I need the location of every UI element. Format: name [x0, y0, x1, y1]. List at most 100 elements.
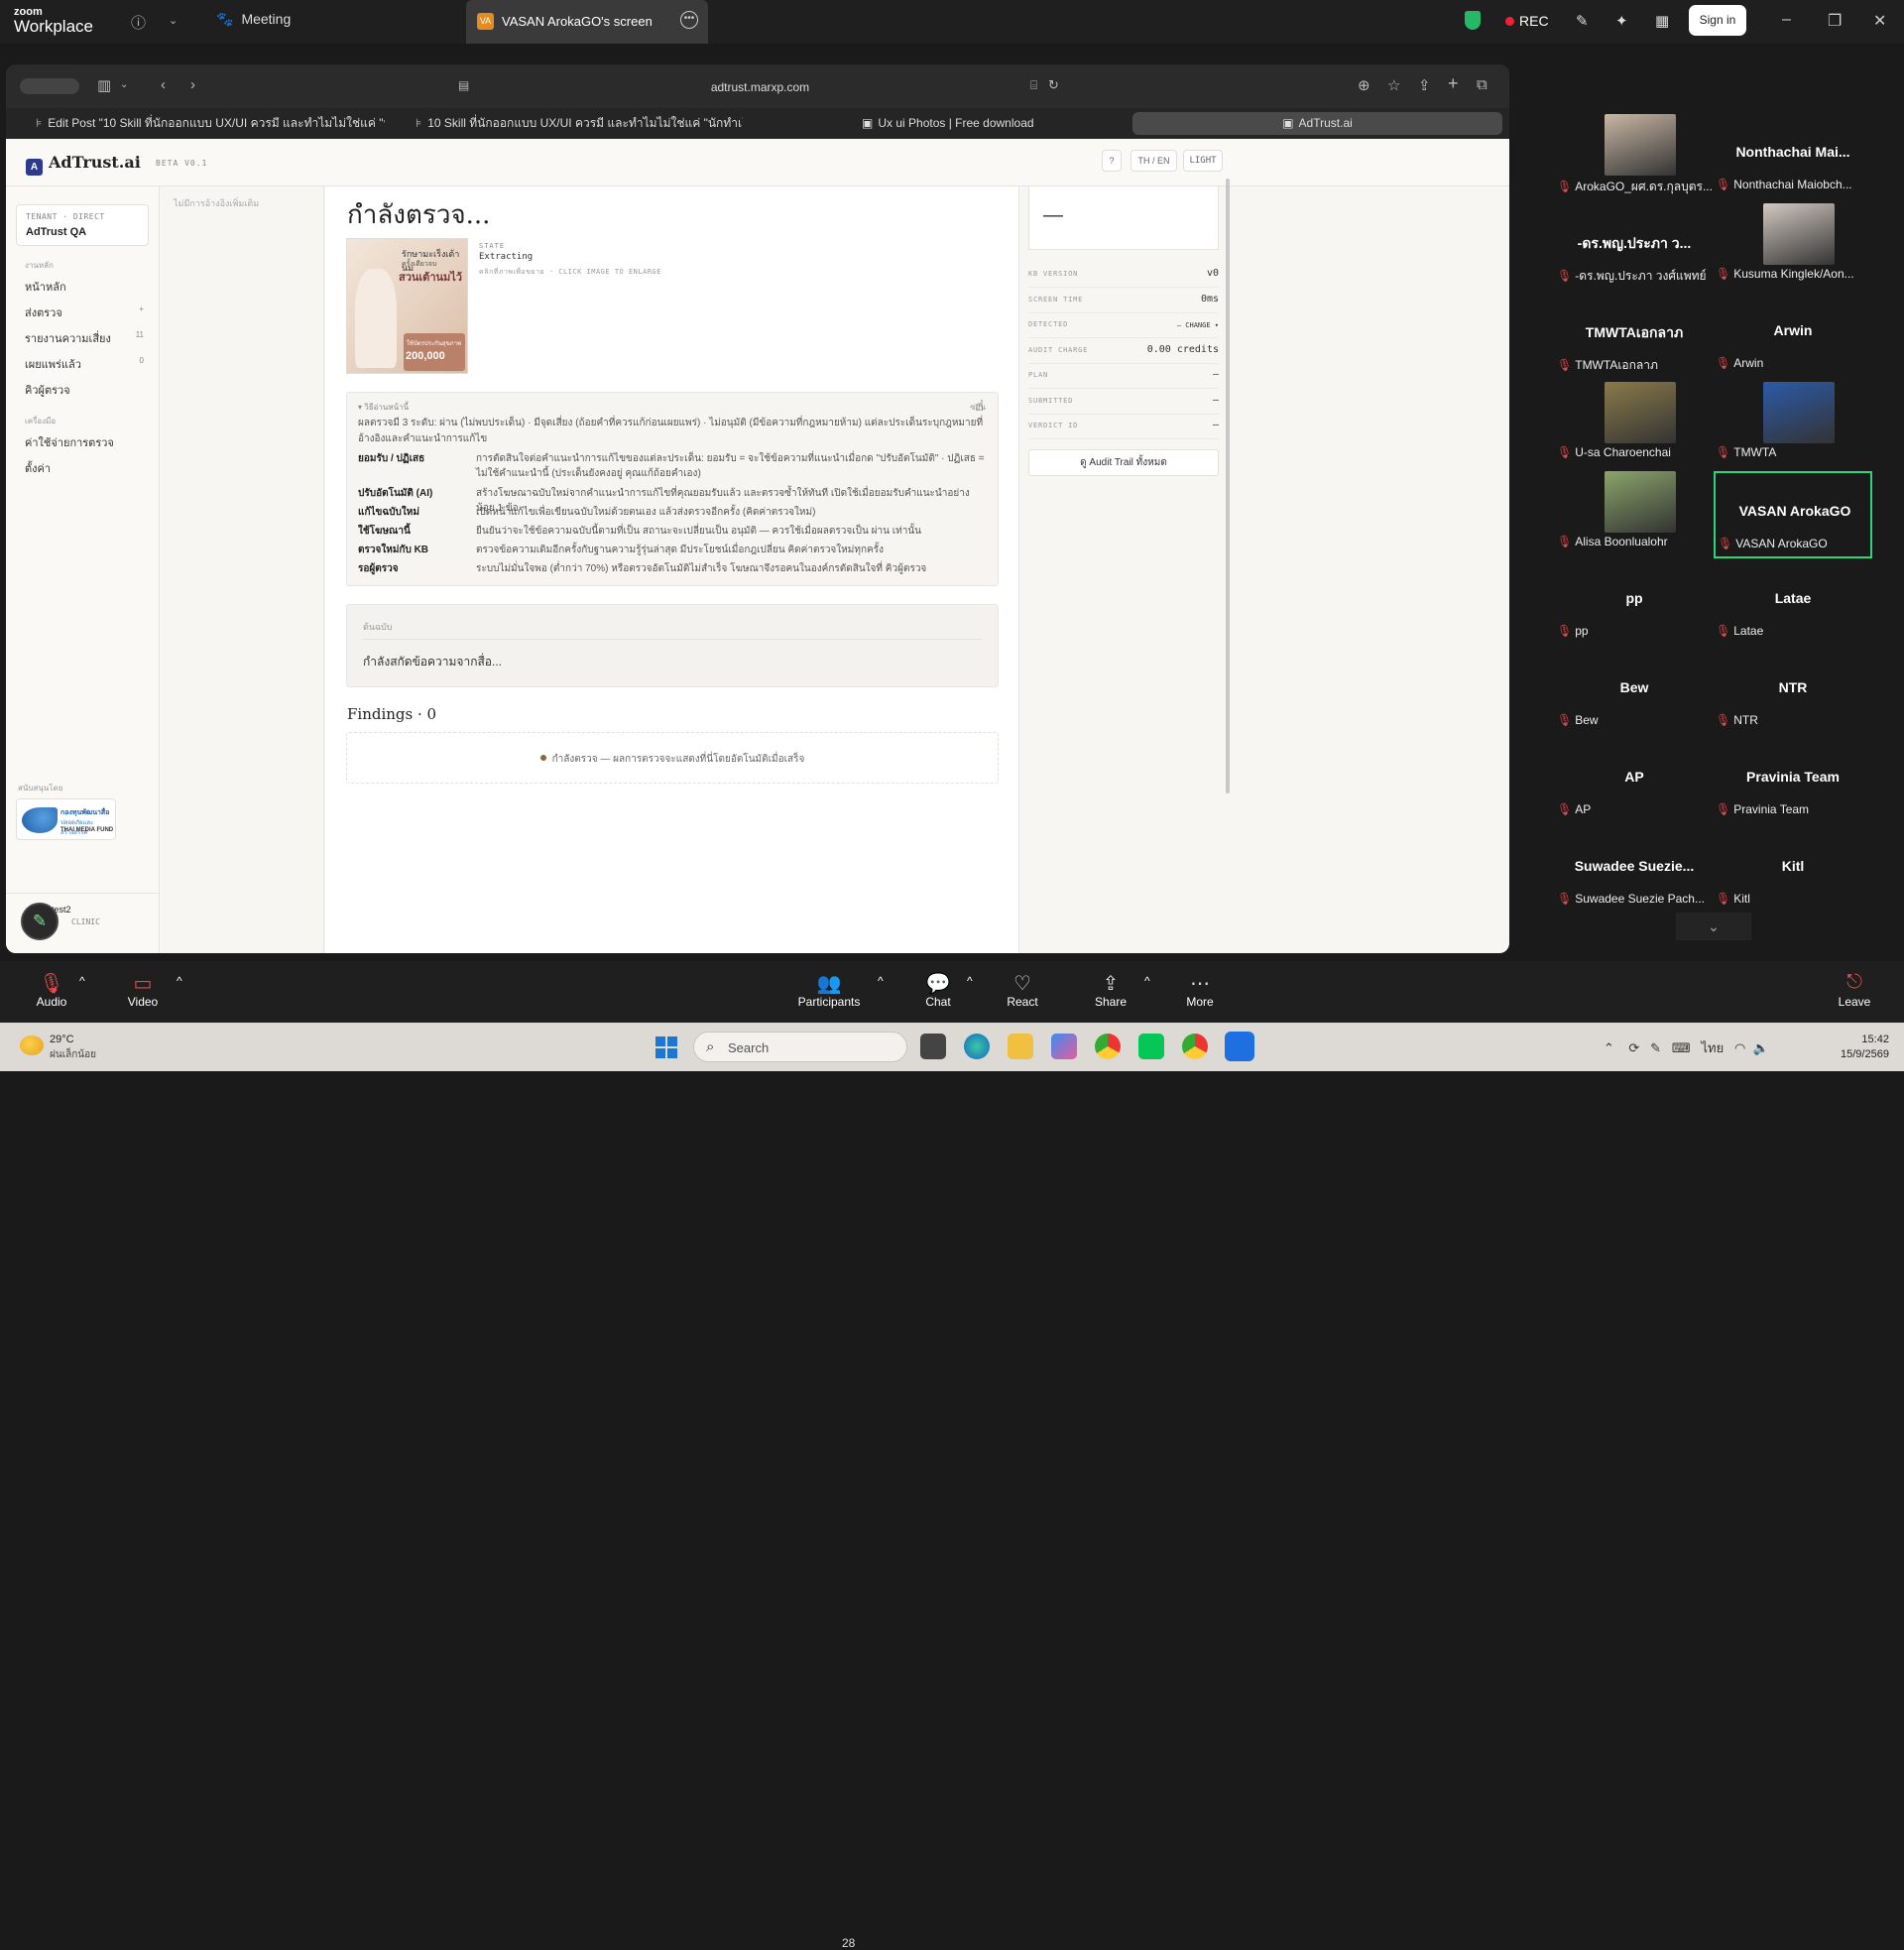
- participant-tile[interactable]: Arwin 🎙 Arwin: [1714, 293, 1872, 380]
- participant-tile[interactable]: -ดร.พญ.ประภา ว... 🎙 -ดร.พญ.ประภา วงศ์แพทย์: [1555, 203, 1714, 291]
- participant-tile[interactable]: TMWTAเอกลาภ 🎙 TMWTAเอกลาภ: [1555, 293, 1714, 380]
- annotation-pencil-button[interactable]: ✎: [21, 903, 59, 940]
- audio-button[interactable]: 🎙 Audio: [32, 971, 71, 1009]
- more-button[interactable]: ⋯ More: [1183, 971, 1217, 1009]
- forward-icon[interactable]: ›: [190, 76, 195, 93]
- chevron-down-icon[interactable]: ⌄: [1676, 913, 1751, 940]
- keyboard-icon[interactable]: ⌨: [1672, 1040, 1691, 1055]
- audio-options-chevron-icon[interactable]: ^: [79, 974, 85, 988]
- sidebar-item-reviewer-queue[interactable]: คิวผู้ตรวจ: [25, 381, 148, 399]
- participant-tile[interactable]: 🎙 Alisa Boonlualohr: [1555, 471, 1714, 558]
- participant-tile[interactable]: Kitl 🎙 Kitl: [1714, 828, 1872, 915]
- encryption-shield-icon[interactable]: [1465, 11, 1481, 30]
- bookmark-icon[interactable]: ☆: [1387, 76, 1400, 94]
- wifi-icon[interactable]: ◠: [1734, 1040, 1745, 1055]
- tab-shared-screen[interactable]: VA VASAN ArokaGO's screen •••: [466, 0, 708, 44]
- task-view-icon[interactable]: [920, 1034, 946, 1059]
- browser-tab[interactable]: ⊧ Edit Post "10 Skill ที่นักออกแบบ UX/UI …: [36, 112, 385, 135]
- download-icon[interactable]: ⊕: [1358, 76, 1370, 94]
- line-icon[interactable]: [1138, 1034, 1164, 1059]
- zoom-app-icon[interactable]: [1225, 1032, 1254, 1061]
- tab-group-icon[interactable]: [20, 78, 79, 94]
- participant-tile[interactable]: VASAN ArokaGO 🎙 VASAN ArokaGO: [1714, 471, 1872, 558]
- recording-indicator[interactable]: REC: [1505, 13, 1549, 29]
- share-options-chevron-icon[interactable]: ^: [1144, 974, 1150, 988]
- language-toggle[interactable]: TH / EN: [1130, 150, 1177, 172]
- participants-options-chevron-icon[interactable]: ^: [878, 974, 884, 988]
- guide-header[interactable]: ▾ วิธีอ่านหน้านี้: [358, 401, 409, 414]
- chat-options-chevron-icon[interactable]: ^: [967, 974, 973, 988]
- sidebar-item-audit-costs[interactable]: ค่าใช้จ่ายการตรวจ: [25, 433, 148, 451]
- info-icon[interactable]: ⓘ: [131, 12, 146, 33]
- sign-in-button[interactable]: Sign in: [1689, 5, 1746, 36]
- browser-tab[interactable]: ▣ Ux ui Photos | Free download: [862, 112, 1060, 135]
- leave-button[interactable]: ⎋ Leave: [1837, 971, 1872, 1009]
- participant-tile[interactable]: Suwadee Suezie... 🎙 Suwadee Suezie Pach...: [1555, 828, 1714, 915]
- tab-overview-icon[interactable]: ⧉: [1477, 76, 1488, 93]
- tab-meeting[interactable]: 🐾 Meeting: [216, 11, 291, 28]
- browser-tab[interactable]: ⊧ 10 Skill ที่นักออกแบบ UX/UI ควรมี และทำ…: [416, 112, 743, 135]
- view-layout-icon[interactable]: ▦: [1655, 12, 1669, 30]
- annotate-icon[interactable]: ✎: [1576, 12, 1589, 30]
- input-language[interactable]: ไทย: [1701, 1040, 1724, 1055]
- more-options-icon[interactable]: •••: [680, 11, 698, 29]
- file-explorer-icon[interactable]: [1008, 1034, 1033, 1059]
- back-icon[interactable]: ‹: [161, 76, 166, 93]
- video-options-chevron-icon[interactable]: ^: [177, 974, 182, 988]
- participant-tile[interactable]: Pravinia Team 🎙 Pravinia Team: [1714, 739, 1872, 826]
- maximize-icon[interactable]: ❐: [1828, 11, 1842, 31]
- volume-icon[interactable]: 🔈: [1753, 1040, 1769, 1055]
- tenant-switcher[interactable]: TENANT · DIRECT AdTrust QA: [16, 204, 149, 246]
- video-button[interactable]: ▭ Video: [123, 971, 163, 1009]
- page-scrollbar[interactable]: [1226, 179, 1230, 793]
- participant-tile[interactable]: pp 🎙 pp: [1555, 560, 1714, 648]
- participant-tile[interactable]: Nonthachai Mai... 🎙 Nonthachai Maiobch...: [1714, 114, 1872, 201]
- chrome-icon[interactable]: [1095, 1034, 1121, 1059]
- chrome-profile-icon[interactable]: [1182, 1034, 1208, 1059]
- chevron-down-icon[interactable]: ⌄: [120, 79, 128, 90]
- participant-tile[interactable]: 🎙 TMWTA: [1714, 382, 1872, 469]
- participant-tile[interactable]: NTR 🎙 NTR: [1714, 650, 1872, 737]
- browser-tab-active[interactable]: ▣ AdTrust.ai: [1132, 112, 1502, 135]
- sidebar-item-risk-reports[interactable]: รายงานความเสี่ยง 11: [25, 329, 148, 347]
- sidebar-item-published[interactable]: เผยแพร่แล้ว 0: [25, 355, 148, 373]
- sidebar-toggle-icon[interactable]: ▥: [97, 76, 111, 94]
- pen-icon[interactable]: ✎: [1650, 1040, 1661, 1055]
- chevron-up-icon[interactable]: ⌃: [1604, 1040, 1614, 1055]
- participant-tile[interactable]: Latae 🎙 Latae: [1714, 560, 1872, 648]
- address-bar[interactable]: adtrust.marxp.com: [464, 74, 1056, 100]
- chat-button[interactable]: 💬 Chat: [921, 971, 955, 1009]
- sync-icon[interactable]: ⟳: [1628, 1040, 1639, 1055]
- participant-tile[interactable]: AP 🎙 AP: [1555, 739, 1714, 826]
- detected-change-dropdown[interactable]: — CHANGE ▾: [1177, 321, 1219, 329]
- ad-image-thumbnail[interactable]: รักษามะเร็งเต้านม ครั้งเดียวจบ สวนเต้านม…: [346, 238, 468, 374]
- chevron-down-icon[interactable]: ⌄: [169, 14, 178, 27]
- system-clock[interactable]: 15:42 15/9/2569: [1841, 1033, 1889, 1062]
- minimize-icon[interactable]: –: [1782, 11, 1791, 29]
- edge-icon[interactable]: [964, 1034, 990, 1059]
- share-icon[interactable]: ⇪: [1418, 76, 1431, 94]
- new-tab-icon[interactable]: +: [1448, 73, 1459, 94]
- copilot-icon[interactable]: [1051, 1034, 1077, 1059]
- share-button[interactable]: ⇪ Share: [1093, 971, 1129, 1009]
- sidebar-item-home[interactable]: หน้าหลัก: [25, 278, 148, 296]
- app-logo[interactable]: A AdTrust.ai: [26, 153, 141, 176]
- reload-icon[interactable]: ↻: [1048, 77, 1059, 93]
- translate-icon[interactable]: ⌸: [1030, 78, 1037, 93]
- participant-tile[interactable]: 🎙 ArokaGO_ผศ.ดร.กุลบุตร...: [1555, 114, 1714, 201]
- participant-tile[interactable]: 🎙 Kusuma Kinglek/Aon...: [1714, 203, 1872, 291]
- rec-label: REC: [1519, 13, 1549, 29]
- participant-tile[interactable]: 🎙 U-sa Charoenchai: [1555, 382, 1714, 469]
- participants-button[interactable]: 👥 Participants: [794, 971, 864, 1009]
- ai-companion-icon[interactable]: ✦: [1615, 12, 1628, 30]
- participant-tile[interactable]: Bew 🎙 Bew: [1555, 650, 1714, 737]
- help-button[interactable]: ?: [1102, 150, 1122, 172]
- theme-toggle[interactable]: LIGHT: [1183, 150, 1223, 172]
- taskbar-search[interactable]: ⌕ Search: [693, 1032, 907, 1062]
- react-button[interactable]: ♡ React: [1006, 971, 1039, 1009]
- close-icon[interactable]: ✕: [1873, 11, 1886, 31]
- sidebar-item-settings[interactable]: ตั้งค่า: [25, 459, 148, 477]
- windows-start-icon[interactable]: [655, 1036, 677, 1058]
- audit-trail-button[interactable]: ดู Audit Trail ทั้งหมด: [1028, 449, 1219, 476]
- sidebar-item-submit[interactable]: ส่งตรวจ +: [25, 304, 148, 321]
